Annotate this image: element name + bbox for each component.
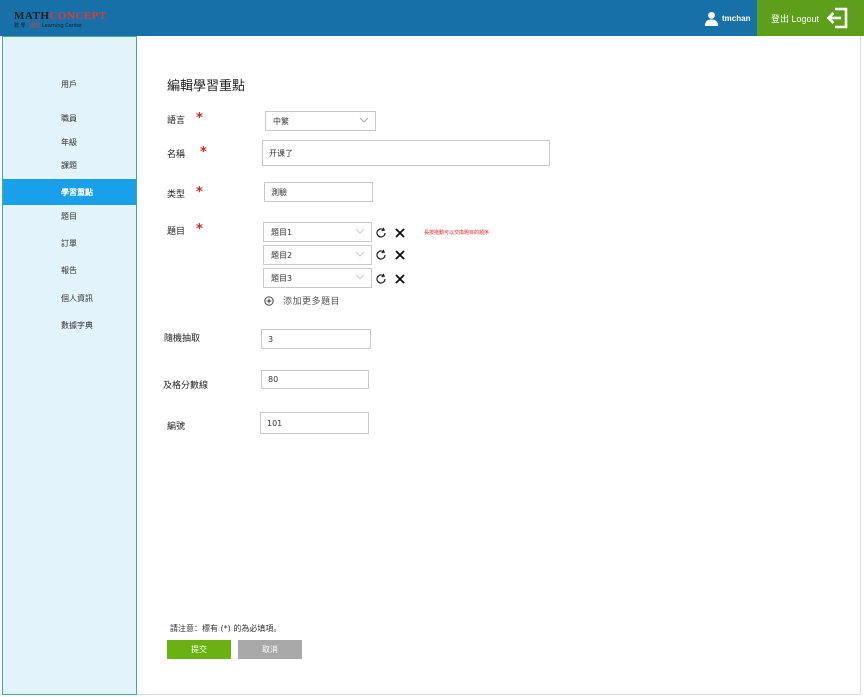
code-input[interactable]: 101	[260, 412, 369, 434]
language-label: 語言	[167, 116, 186, 126]
logo: MATHCONCEPT 數 學 · 概念 Learning Center	[10, 7, 110, 31]
reorder-hint: 長按拖動可以交換題目的順序	[424, 230, 490, 236]
sidebar-item-orders[interactable]: 訂單	[3, 230, 136, 256]
sidebar-item-questions[interactable]: 題目	[3, 203, 136, 229]
sidebar-item-label: 題目	[61, 212, 77, 221]
required-note: 請注意：標有 (*) 的為必填項。	[170, 624, 282, 633]
logo-tagline: 數 學 · 概念 Learning Center	[14, 23, 83, 29]
question-select-2[interactable]: 題目2	[263, 245, 372, 265]
page-title: 編輯學習重點	[167, 79, 246, 94]
sidebar-item-label: 年級	[61, 138, 77, 147]
page-border-right	[860, 36, 861, 695]
add-question-link[interactable]: 添加更多題目	[264, 294, 340, 307]
chevron-down-icon	[355, 274, 365, 280]
required-mark: *	[196, 111, 203, 126]
required-mark: *	[200, 145, 207, 160]
language-select-value: 中繁	[273, 116, 289, 126]
pass-score-label: 及格分數線	[163, 381, 209, 391]
refresh-icon[interactable]	[375, 273, 387, 285]
question-select-value: 題目3	[271, 273, 293, 283]
sidebar-item-label: 報告	[61, 266, 77, 275]
required-mark: *	[196, 222, 203, 237]
sidebar-item-data-dictionary[interactable]: 數據字典	[3, 312, 136, 338]
user-icon	[704, 11, 719, 26]
question-select-value: 題目2	[271, 250, 293, 260]
sidebar: 用戶 職員 年級 課題 學習重點 題目 訂單 報告 個人資訊 數據字典	[2, 36, 137, 695]
sidebar-item-staff[interactable]: 職員	[3, 105, 136, 131]
sidebar-item-label: 學習重點	[61, 188, 93, 197]
username: tmchan	[722, 13, 751, 23]
close-icon[interactable]	[394, 227, 406, 239]
random-pick-input[interactable]: 3	[261, 329, 371, 349]
sidebar-item-label: 個人資訊	[61, 294, 93, 303]
top-bar: MATHCONCEPT 數 學 · 概念 Learning Center tmc…	[0, 0, 864, 36]
refresh-icon[interactable]	[375, 227, 387, 239]
name-input[interactable]: 开课了	[262, 140, 550, 166]
page-border-bottom	[137, 694, 861, 695]
code-label: 編號	[167, 422, 186, 432]
sidebar-item-learning-points[interactable]: 學習重點	[3, 179, 136, 205]
type-input[interactable]: 測驗	[264, 182, 373, 202]
sidebar-item-label: 數據字典	[61, 321, 93, 330]
sidebar-item-profile[interactable]: 個人資訊	[3, 285, 136, 311]
sidebar-item-topics[interactable]: 課題	[3, 152, 136, 178]
chevron-down-icon	[359, 117, 369, 123]
logo-wordmark: MATHCONCEPT	[14, 10, 107, 22]
questions-label: 題目	[167, 227, 186, 237]
logout-button[interactable]: 登出 Logout	[757, 0, 864, 36]
cancel-button[interactable]: 取消	[238, 640, 302, 659]
submit-button[interactable]: 提交	[167, 640, 231, 659]
plus-circle-icon	[264, 295, 274, 306]
question-select-1[interactable]: 題目1	[263, 222, 372, 242]
close-icon[interactable]	[394, 249, 406, 261]
close-icon[interactable]	[394, 273, 406, 285]
type-label: 类型	[167, 190, 186, 200]
name-label: 名稱	[167, 150, 186, 160]
chevron-down-icon	[355, 228, 365, 234]
question-select-3[interactable]: 題目3	[263, 268, 372, 288]
sidebar-item-label: 用戶	[61, 80, 77, 89]
logout-icon	[826, 7, 848, 29]
sidebar-item-label: 訂單	[61, 239, 77, 248]
random-pick-label: 隨機抽取	[164, 334, 201, 344]
sidebar-item-label: 課題	[61, 161, 77, 170]
add-question-label: 添加更多題目	[283, 297, 341, 307]
refresh-icon[interactable]	[375, 249, 387, 261]
language-select[interactable]: 中繁	[265, 111, 376, 131]
pass-score-input[interactable]: 80	[261, 370, 369, 389]
required-mark: *	[196, 185, 203, 200]
sidebar-item-label: 職員	[61, 114, 77, 123]
sidebar-item-reports[interactable]: 報告	[3, 257, 136, 283]
user-info: tmchan	[704, 10, 750, 26]
question-select-value: 題目1	[271, 227, 293, 237]
logout-label: 登出 Logout	[771, 14, 820, 24]
sidebar-item-users[interactable]: 用戶	[3, 71, 136, 97]
chevron-down-icon	[355, 251, 365, 257]
